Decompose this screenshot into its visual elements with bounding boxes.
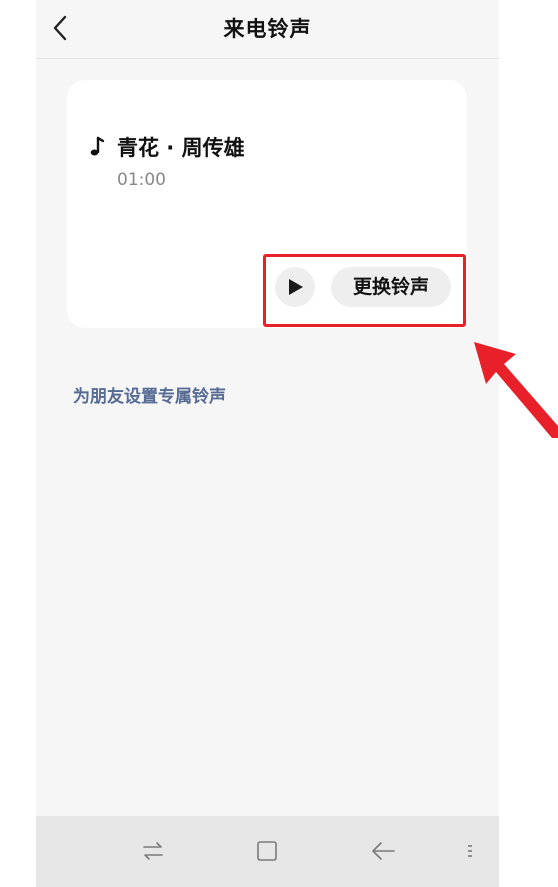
home-button[interactable] xyxy=(252,836,282,866)
music-note-icon xyxy=(90,136,105,156)
nav-back-button[interactable] xyxy=(368,836,398,866)
phone-screen: 来电铃声 青花 · 周传雄 01:00 更换铃声 为朋友设置专属铃声 xyxy=(36,0,499,887)
ringtone-card: 青花 · 周传雄 01:00 更换铃声 xyxy=(67,80,467,328)
change-ringtone-button[interactable]: 更换铃声 xyxy=(331,267,451,307)
square-home-icon xyxy=(257,841,277,861)
play-icon xyxy=(289,279,303,295)
nav-menu-button[interactable] xyxy=(460,836,490,866)
page-title: 来电铃声 xyxy=(223,17,312,41)
ringtone-duration: 01:00 xyxy=(117,170,166,190)
friend-ringtone-link[interactable]: 为朋友设置专属铃声 xyxy=(73,382,226,407)
header-bar: 来电铃声 xyxy=(36,0,499,59)
recent-apps-button[interactable] xyxy=(138,836,168,866)
back-arrow-icon xyxy=(372,842,395,860)
system-navbar xyxy=(36,816,499,887)
play-button[interactable] xyxy=(275,267,315,307)
swap-arrows-icon xyxy=(143,842,163,860)
ringtone-title: 青花 · 周传雄 xyxy=(117,136,245,160)
menu-dots-icon xyxy=(468,845,472,857)
